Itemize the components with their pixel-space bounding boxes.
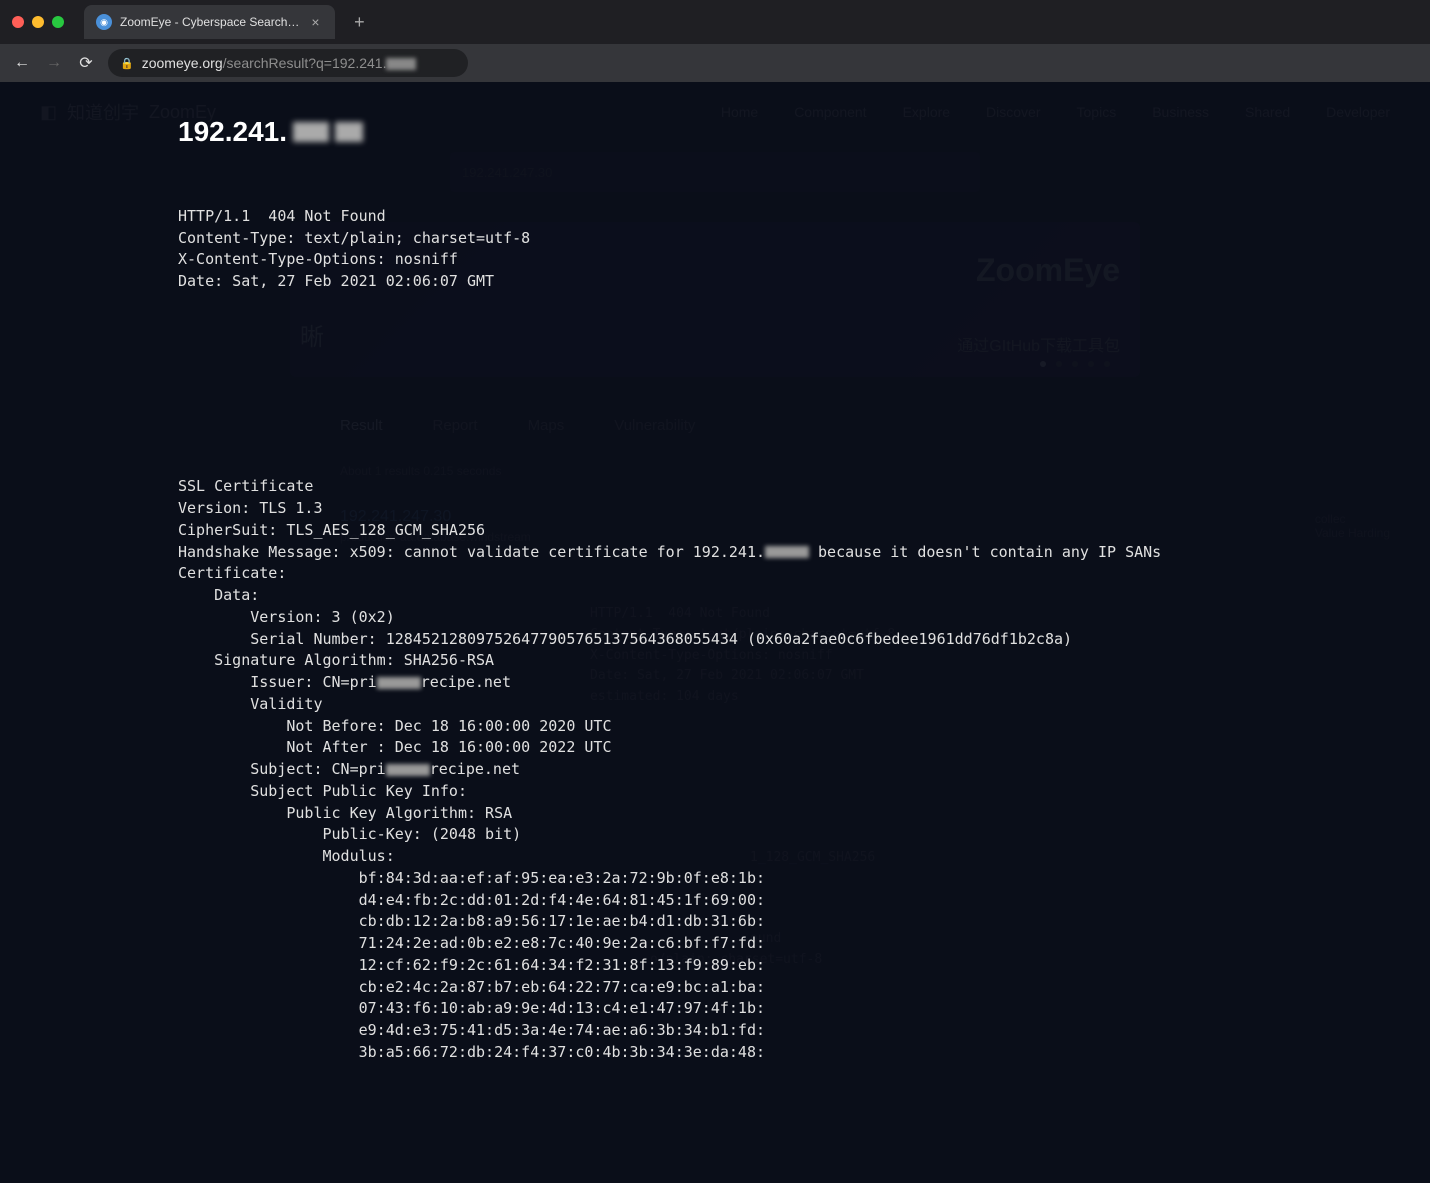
redacted-segment [377,677,421,689]
tab-title: ZoomEye - Cyberspace Search… [120,15,299,29]
ip-prefix: 192.241. [178,116,287,148]
lock-icon: 🔒 [120,57,134,70]
maximize-window-button[interactable] [52,16,64,28]
redacted-segment [293,122,329,142]
browser-tab[interactable]: ◉ ZoomEye - Cyberspace Search… × [84,5,335,39]
url-text: zoomeye.org/searchResult?q=192.241. [142,55,417,71]
back-button[interactable]: ← [12,54,32,72]
address-bar[interactable]: 🔒 zoomeye.org/searchResult?q=192.241. [108,49,468,77]
minimize-window-button[interactable] [32,16,44,28]
http-response-block: HTTP/1.1 404 Not Found Content-Type: tex… [178,184,1370,315]
close-tab-button[interactable]: × [307,14,323,30]
redacted-segment [386,764,430,776]
tab-favicon-icon: ◉ [96,14,112,30]
redacted-segment [386,58,416,70]
window-controls [12,16,64,28]
issuer-line: Issuer: CN=prirecipe.net [178,673,511,691]
redacted-segment [335,122,363,142]
modal-ip-heading: 192.241. [178,116,1370,148]
url-path: /searchResult?q=192.241. [223,55,387,71]
handshake-line: Handshake Message: x509: cannot validate… [178,543,1161,561]
ssl-certificate-block: SSL Certificate Version: TLS 1.3 CipherS… [178,455,1370,1086]
redacted-segment [765,546,809,558]
url-domain: zoomeye.org [142,55,223,71]
subject-line: Subject: CN=prirecipe.net [178,760,520,778]
toolbar: ← → ⟳ 🔒 zoomeye.org/searchResult?q=192.2… [0,44,1430,82]
new-tab-button[interactable]: + [347,12,371,33]
close-window-button[interactable] [12,16,24,28]
tab-bar: ◉ ZoomEye - Cyberspace Search… × + [0,0,1430,44]
reload-button[interactable]: ⟳ [76,53,96,73]
result-detail-modal: 192.241. HTTP/1.1 404 Not Found Content-… [178,116,1370,1085]
forward-button[interactable]: → [44,54,64,72]
browser-chrome: ◉ ZoomEye - Cyberspace Search… × + ← → ⟳… [0,0,1430,82]
